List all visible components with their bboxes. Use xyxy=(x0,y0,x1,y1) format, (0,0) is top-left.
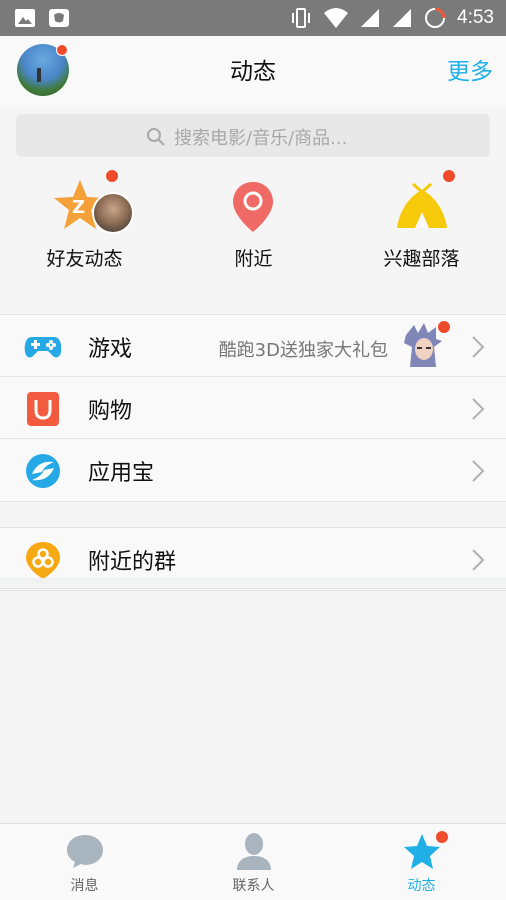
chevron-right-icon xyxy=(472,336,485,358)
quick-label-nearby: 附近 xyxy=(234,248,273,270)
more-button[interactable]: 更多 xyxy=(447,52,493,86)
app-notification-icon xyxy=(49,9,69,27)
chevron-right-icon xyxy=(472,398,485,420)
tab-label-contacts: 联系人 xyxy=(232,878,275,894)
games-badge xyxy=(438,321,450,333)
header: 动态 更多 xyxy=(0,36,506,108)
list-item-shopping[interactable]: 购物 xyxy=(0,377,506,439)
interest-tribe-badge xyxy=(443,170,455,182)
games-label: 游戏 xyxy=(88,337,133,362)
chat-bubble-icon xyxy=(66,835,103,868)
nearby-groups-icon xyxy=(26,542,60,579)
tab-messages[interactable]: 消息 xyxy=(0,824,169,900)
chevron-right-icon xyxy=(472,549,485,571)
svg-text:Z: Z xyxy=(72,197,85,218)
tab-label-moments: 动态 xyxy=(407,878,436,894)
moments-badge xyxy=(436,831,448,843)
search-placeholder: 搜索电影/音乐/商品... xyxy=(174,128,348,149)
quick-label-friends-feed: 好友动态 xyxy=(46,248,123,270)
friend-avatar xyxy=(92,192,134,234)
game-character-thumbnail xyxy=(402,323,444,369)
quick-item-friends-feed[interactable]: Z 好友动态 xyxy=(0,168,169,278)
location-pin-icon xyxy=(233,182,273,232)
person-icon xyxy=(236,833,271,870)
vibrate-icon xyxy=(292,8,311,28)
clock: 4:53 xyxy=(457,7,494,28)
signal-icon xyxy=(361,9,380,27)
gamepad-icon xyxy=(24,337,62,358)
tent-icon xyxy=(397,182,447,228)
tab-moments[interactable]: 动态 xyxy=(337,824,506,900)
chevron-right-icon xyxy=(472,460,485,482)
list-item-games[interactable]: 游戏 酷跑3D送独家大礼包 xyxy=(0,315,506,377)
games-promo-text: 酷跑3D送独家大礼包 xyxy=(218,340,388,361)
friends-feed-badge xyxy=(106,170,118,182)
wifi-icon xyxy=(324,8,349,28)
tab-label-messages: 消息 xyxy=(70,878,99,894)
battery-icon xyxy=(425,7,446,28)
search-icon xyxy=(147,128,165,146)
app-store-label: 应用宝 xyxy=(88,461,155,486)
page-title: 动态 xyxy=(230,59,276,85)
list-item-app-store[interactable]: 应用宝 xyxy=(0,439,506,501)
quick-actions: Z 好友动态 附近 兴趣部落 xyxy=(0,168,506,288)
shopping-bag-icon xyxy=(27,392,59,426)
tab-contacts[interactable]: 联系人 xyxy=(169,824,338,900)
bottom-tab-bar: 消息 联系人 动态 xyxy=(0,823,506,900)
status-bar: 4:53 xyxy=(0,0,506,36)
image-notification-icon xyxy=(15,9,35,27)
search-input[interactable]: 搜索电影/音乐/商品... xyxy=(16,114,490,157)
shopping-label: 购物 xyxy=(88,399,133,424)
quick-item-interest-tribe[interactable]: 兴趣部落 xyxy=(337,168,506,278)
quick-label-interest-tribe: 兴趣部落 xyxy=(383,248,460,270)
divider xyxy=(0,578,506,589)
signal-icon-2 xyxy=(393,9,412,27)
app-store-icon xyxy=(26,454,60,488)
quick-item-nearby[interactable]: 附近 xyxy=(169,168,338,278)
nearby-groups-label: 附近的群 xyxy=(88,550,177,575)
services-list: 游戏 酷跑3D送独家大礼包 购物 应用宝 xyxy=(0,314,506,502)
